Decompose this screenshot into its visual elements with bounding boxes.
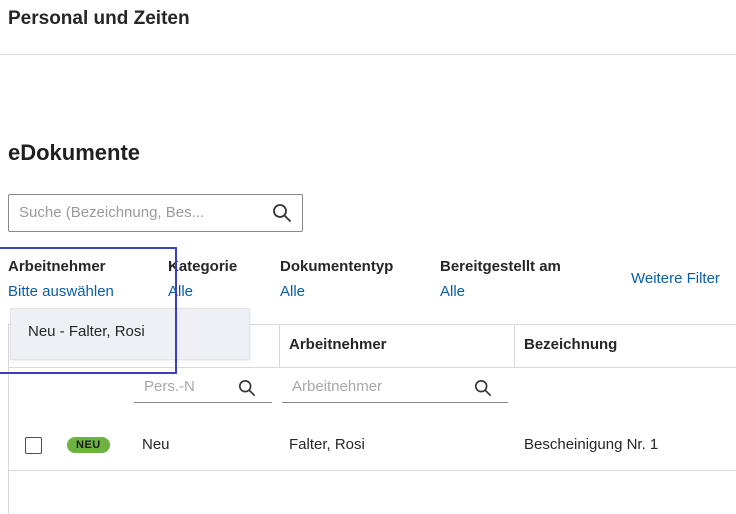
search-input[interactable]: Suche (Bezeichnung, Bes... [8, 194, 303, 232]
page-title: eDokumente [8, 140, 141, 165]
highlight-box [0, 247, 177, 374]
more-filters-link[interactable]: Weitere Filter [631, 270, 720, 287]
pers-nr-filter-input[interactable]: Pers.-N [134, 374, 272, 403]
cell-bezeichnung: Bescheinigung Nr. 1 [524, 436, 659, 453]
filter-bereitgestellt-label: Bereitgestellt am [440, 258, 561, 275]
search-icon[interactable] [238, 379, 256, 397]
column-divider [279, 325, 280, 367]
app-title: Personal und Zeiten [8, 8, 190, 29]
cell-pers-nr: Neu [142, 436, 170, 453]
column-header-bezeichnung[interactable]: Bezeichnung [524, 336, 617, 353]
filter-bereitgestellt-value[interactable]: Alle [440, 283, 465, 300]
cell-arbeitnehmer: Falter, Rosi [289, 436, 365, 453]
pers-nr-placeholder: Pers.-N [144, 378, 195, 395]
column-divider [514, 325, 515, 367]
column-header-arbeitnehmer[interactable]: Arbeitnehmer [289, 336, 387, 353]
table-row[interactable]: NEU Neu Falter, Rosi Bescheinigung Nr. 1 [9, 422, 736, 471]
filter-dokumententyp-label: Dokumententyp [280, 258, 394, 275]
filter-dokumententyp-value[interactable]: Alle [280, 283, 305, 300]
search-icon[interactable] [474, 379, 492, 397]
search-placeholder: Suche (Bezeichnung, Bes... [19, 204, 205, 221]
arbeitnehmer-placeholder: Arbeitnehmer [292, 378, 383, 395]
search-icon[interactable] [272, 203, 292, 223]
arbeitnehmer-filter-input[interactable]: Arbeitnehmer [282, 374, 508, 403]
row-checkbox[interactable] [25, 437, 42, 454]
top-bar: Personal und Zeiten [0, 0, 736, 55]
filter-kategorie-label: Kategorie [168, 258, 238, 275]
status-badge: NEU [67, 437, 110, 453]
